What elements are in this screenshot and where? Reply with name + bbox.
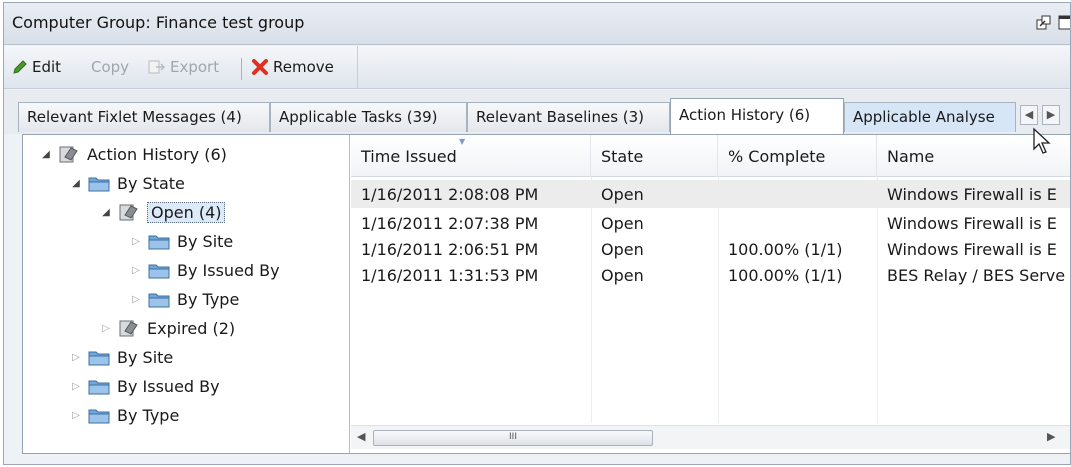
edit-button[interactable]: Edit <box>12 58 61 76</box>
cell-time-issued: 1/16/2011 2:07:38 PM <box>361 214 539 233</box>
action-history-table: Time Issued ▼ State % Complete Name 1/16… <box>351 135 1070 453</box>
tree-node-expired[interactable]: ▷ Expired (2) <box>99 315 235 341</box>
copy-label: Copy <box>91 58 130 76</box>
action-history-tree: ◢ Action History (6) ◢ By State ◢ Open (… <box>23 135 350 453</box>
folder-icon <box>88 177 110 192</box>
collapse-arrow-icon[interactable]: ▷ <box>99 323 113 334</box>
horizontal-scrollbar[interactable]: ◀ III ▶ <box>351 425 1070 449</box>
edit-label: Edit <box>32 58 62 76</box>
folder-icon <box>148 264 170 279</box>
scroll-right-arrow-icon[interactable]: ▶ <box>1047 430 1055 443</box>
tab-relevant-baselines[interactable]: Relevant Baselines (3) <box>467 102 670 132</box>
tree-node-open[interactable]: ◢ Open (4) <box>99 199 226 225</box>
collapse-arrow-icon[interactable]: ▷ <box>69 381 83 392</box>
export-button[interactable]: Export <box>148 58 219 76</box>
computer-group-window: Computer Group: Finance test group Edit … <box>3 2 1071 465</box>
title-bar: Computer Group: Finance test group <box>4 3 1070 45</box>
column-header-time-issued[interactable]: Time Issued ▼ <box>351 135 591 177</box>
tree-label-expired: Expired (2) <box>147 318 236 338</box>
collapse-arrow-icon[interactable]: ▷ <box>69 352 83 363</box>
remove-button[interactable]: Remove <box>251 58 334 76</box>
action-icon <box>119 320 138 337</box>
tree-label-open-by-issued-by: By Issued By <box>177 260 280 280</box>
action-icon <box>119 204 138 221</box>
scrollbar-thumb[interactable]: III <box>373 430 653 446</box>
restore-icon[interactable] <box>1036 15 1052 30</box>
cell-state: Open <box>601 185 644 204</box>
tree-label-by-issued-by: By Issued By <box>117 376 220 396</box>
expand-arrow-icon[interactable]: ◢ <box>69 178 83 189</box>
cell-time-issued: 1/16/2011 2:08:08 PM <box>361 185 539 204</box>
tree-label-by-type: By Type <box>117 405 180 425</box>
tree-node-action-history[interactable]: ◢ Action History (6) <box>39 141 227 167</box>
toolbar: Edit Copy Export Remove <box>4 46 1070 89</box>
remove-label: Remove <box>273 58 334 76</box>
tree-node-by-type[interactable]: ▷ By Type <box>69 402 179 428</box>
expand-arrow-icon[interactable]: ◢ <box>99 207 113 218</box>
table-row[interactable]: 1/16/2011 2:08:08 PM Open Windows Firewa… <box>351 180 1070 208</box>
tab-scroll-right-button[interactable]: ▶ <box>1042 105 1060 125</box>
cell-time-issued: 1/16/2011 1:31:53 PM <box>361 266 539 285</box>
pencil-icon <box>13 60 27 74</box>
export-label: Export <box>170 58 220 76</box>
tab-relevant-fixlet-messages[interactable]: Relevant Fixlet Messages (4) <box>18 102 270 132</box>
cell-name: Windows Firewall is E <box>887 240 1057 259</box>
cell-name: BES Relay / BES Serve <box>887 266 1066 285</box>
table-row[interactable]: 1/16/2011 2:07:38 PM Open Windows Firewa… <box>351 209 1070 237</box>
tree-node-open-by-site[interactable]: ▷ By Site <box>129 228 233 254</box>
cell-state: Open <box>601 214 644 233</box>
folder-icon <box>88 351 110 366</box>
tree-label-by-site: By Site <box>117 347 174 367</box>
red-x-icon <box>252 59 268 75</box>
cell-time-issued: 1/16/2011 2:06:51 PM <box>361 240 539 259</box>
folder-icon <box>88 409 110 424</box>
tree-node-open-by-issued-by[interactable]: ▷ By Issued By <box>129 257 280 283</box>
tab-action-history[interactable]: Action History (6) <box>670 98 844 134</box>
tab-scroll-left-button[interactable]: ◀ <box>1020 105 1038 125</box>
toolbar-separator <box>241 58 242 80</box>
folder-icon <box>148 235 170 250</box>
tree-node-open-by-type[interactable]: ▷ By Type <box>129 286 239 312</box>
tree-node-by-issued-by[interactable]: ▷ By Issued By <box>69 373 220 399</box>
table-row[interactable]: 1/16/2011 2:06:51 PM Open 100.00% (1/1) … <box>351 235 1070 263</box>
collapse-arrow-icon[interactable]: ▷ <box>129 236 143 247</box>
collapse-arrow-icon[interactable]: ▷ <box>69 410 83 421</box>
column-header-state[interactable]: State <box>591 135 718 177</box>
tree-label-by-state: By State <box>117 173 185 193</box>
collapse-arrow-icon[interactable]: ▷ <box>129 294 143 305</box>
collapse-arrow-icon[interactable]: ▷ <box>129 265 143 276</box>
tree-label-open-by-site: By Site <box>177 231 234 251</box>
tab-strip: Relevant Fixlet Messages (4) Applicable … <box>4 90 1070 134</box>
tree-label-action-history: Action History (6) <box>87 144 227 164</box>
table-row[interactable]: 1/16/2011 1:31:53 PM Open 100.00% (1/1) … <box>351 261 1070 289</box>
copy-button[interactable]: Copy <box>91 58 129 76</box>
tree-label-open-by-type: By Type <box>177 289 240 309</box>
tree-node-by-state[interactable]: ◢ By State <box>69 170 185 196</box>
action-icon <box>59 146 78 163</box>
tab-applicable-analyses[interactable]: Applicable Analyse <box>844 102 1016 132</box>
tree-node-by-site[interactable]: ▷ By Site <box>69 344 173 370</box>
cell-name: Windows Firewall is E <box>887 214 1057 233</box>
cell-state: Open <box>601 266 644 285</box>
cell-name: Windows Firewall is E <box>887 185 1057 204</box>
cell-complete: 100.00% (1/1) <box>728 266 843 285</box>
mouse-cursor-icon <box>1033 127 1051 154</box>
scroll-left-arrow-icon[interactable]: ◀ <box>357 430 365 443</box>
folder-icon <box>88 380 110 395</box>
sort-indicator-icon: ▼ <box>459 137 466 146</box>
cell-state: Open <box>601 240 644 259</box>
maximize-icon[interactable] <box>1058 15 1071 30</box>
toolbar-end-divider <box>357 46 358 89</box>
tree-label-open: Open (4) <box>147 201 226 223</box>
export-icon <box>148 60 166 74</box>
expand-arrow-icon[interactable]: ◢ <box>39 149 53 160</box>
content-pane: ◢ Action History (6) ◢ By State ◢ Open (… <box>22 134 1070 454</box>
window-title: Computer Group: Finance test group <box>12 13 305 32</box>
cell-complete: 100.00% (1/1) <box>728 240 843 259</box>
tab-applicable-tasks[interactable]: Applicable Tasks (39) <box>270 102 467 132</box>
column-header-complete[interactable]: % Complete <box>718 135 877 177</box>
table-header: Time Issued ▼ State % Complete Name <box>351 135 1070 177</box>
folder-icon <box>148 293 170 308</box>
